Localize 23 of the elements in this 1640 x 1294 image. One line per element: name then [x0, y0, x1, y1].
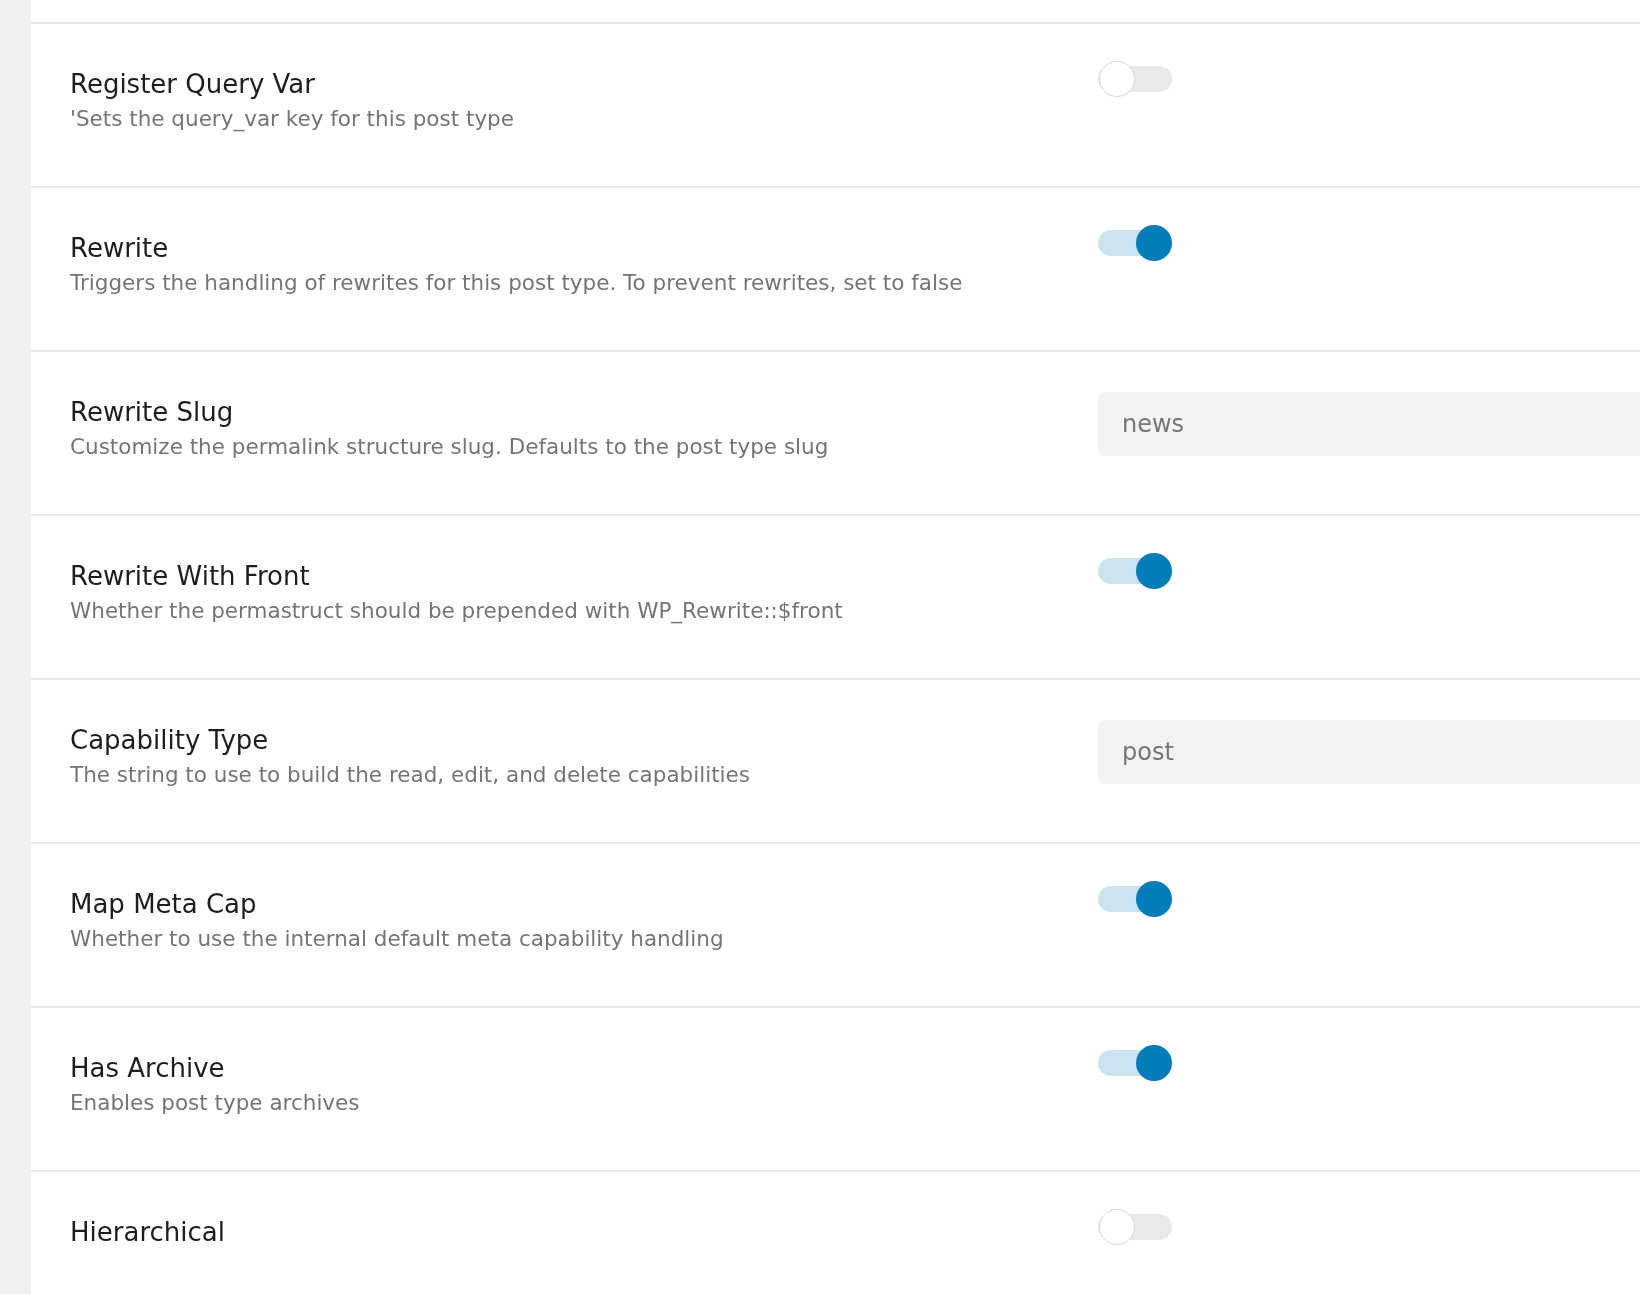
toggle-switch[interactable] — [1098, 224, 1172, 262]
setting-description: The string to use to build the read, edit, and delete capabilities — [70, 761, 752, 789]
toggle-switch[interactable] — [1098, 1208, 1172, 1246]
setting-label: Rewrite With Front — [70, 560, 311, 593]
setting-label: Rewrite Slug — [70, 396, 235, 429]
setting-label: Map Meta Cap — [70, 888, 258, 921]
setting-description: Customize the permalink structure slug. Defaults to the post type slug — [70, 433, 830, 461]
setting-label: Rewrite — [70, 232, 170, 265]
text-field[interactable]: post — [1098, 720, 1640, 784]
toggle-switch[interactable] — [1098, 1044, 1172, 1082]
setting-description: Triggers the handling of rewrites for this post type. To prevent rewrites, set to false — [70, 269, 964, 297]
setting-description: Enables post type archives — [70, 1089, 361, 1117]
setting-description: 'Sets the query_var key for this post type — [70, 105, 515, 134]
toggle-switch[interactable] — [1098, 880, 1172, 918]
setting-description: Whether the permastruct should be prepended with WP_Rewrite::$front — [70, 597, 844, 626]
setting-label: Capability Type — [70, 724, 270, 757]
setting-label: Has Archive — [70, 1052, 226, 1085]
toggle-switch[interactable] — [1098, 60, 1172, 98]
text-field[interactable]: news — [1098, 392, 1640, 456]
setting-label: Register Query Var — [70, 68, 316, 101]
toggle-switch[interactable] — [1098, 552, 1172, 590]
setting-description: Whether to use the internal default meta capability handling — [70, 925, 725, 953]
setting-label: Hierarchical — [70, 1216, 226, 1249]
